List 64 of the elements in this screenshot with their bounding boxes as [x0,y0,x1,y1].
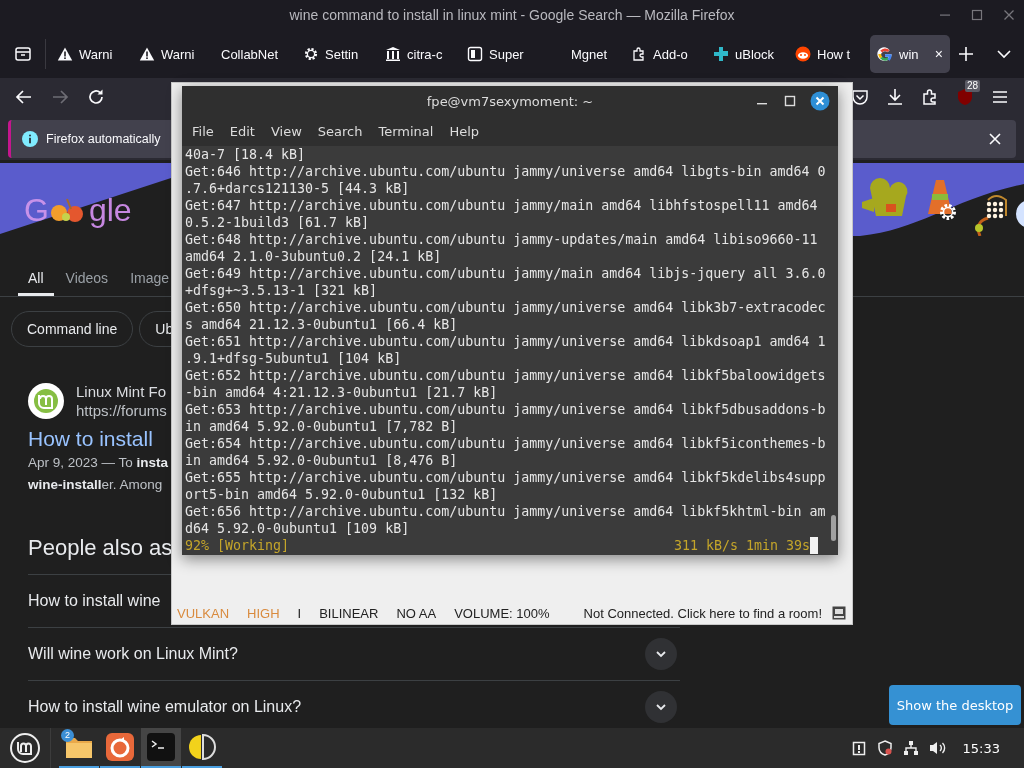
browser-tab[interactable]: Settin [296,35,376,73]
window-title: fpe@vm7sexymoment: ~ [426,93,594,109]
notification-text: Firefox automatically [46,132,161,146]
status-link[interactable]: Not Connected. Click here to find a room! [583,605,822,621]
terminal-line: d64 5.92.0-0ubuntu1 [109 kB] [185,520,411,537]
terminal-line: .7.6+darcs121130-5 [44.3 kB] [185,180,411,197]
browser-tab[interactable]: Warni [132,35,212,73]
status-text: NO AA [396,605,437,621]
browser-tab[interactable]: Super [460,35,540,73]
status-text: VULKAN [177,605,230,621]
rate-text: 311 kB/s 1min 39s [673,537,810,554]
count-badge: 28 [965,80,981,92]
browser-tab[interactable]: uBlock [706,35,786,73]
result-snippet: Apr 9, 2023 — To insta [28,454,169,472]
question-row[interactable]: Will wine work on Linux Mint? [28,627,680,680]
section-heading: People also as [28,534,173,562]
status-text: VOLUME: 100% [454,605,550,621]
menu-item[interactable]: Help [443,123,486,139]
browser-tab[interactable]: citra-c [378,35,458,73]
terminal-line: Get:649 http://archive.ubuntu.com/ubuntu jammy/main amd64 libjs-jquery all 3.6.0 [185,265,827,282]
menu-item[interactable]: File [186,123,220,139]
result-snippet: wine-installer. Among [28,476,163,494]
status-text: BILINEAR [319,605,379,621]
terminal-line: Get:647 http://archive.ubuntu.com/ubuntu jammy/main amd64 libhfstospell11 amd64 [185,197,819,214]
terminal-line: ort5-bin amd64 5.92.0-0ubuntu1 [132 kB] [185,486,499,503]
terminal-line: 40a-7 [18.4 kB] [185,146,307,163]
menu-item[interactable]: Terminal [372,123,440,139]
close-tab-icon[interactable]: × [934,46,943,62]
terminal-line: Get:648 http://archive.ubuntu.com/ubuntu jammy-updates/main amd64 libiso9660-11 [185,231,819,248]
status-text: HIGH [247,605,280,621]
progress-text: 92% [Working] [185,537,290,554]
terminal-line: Get:652 http://archive.ubuntu.com/ubuntu jammy/universe amd64 libkf5baloowidgets [185,367,827,384]
search-tab[interactable]: All [18,262,54,296]
count-badge: 2 [61,729,74,742]
terminal-line: Get:653 http://archive.ubuntu.com/ubuntu jammy/universe amd64 libkf5dbusaddons-b [185,401,827,418]
menu-item[interactable]: View [264,123,308,139]
status-text: I [297,605,302,621]
tooltip: Show the desktop [889,685,1021,725]
terminal-line: .9.1+dfsg-5ubuntu1 [104 kB] [185,350,403,367]
browser-tab[interactable]: Warni [50,35,130,73]
terminal-line: Get:655 http://archive.ubuntu.com/ubuntu jammy/universe amd64 libkf5kdelibs4supp [185,469,827,486]
terminal-line: +dfsg+~3.5.13-1 [321 kB] [185,282,379,299]
browser-tab[interactable]: Add-o [624,35,704,73]
terminal-line: Get:656 http://archive.ubuntu.com/ubuntu jammy/universe amd64 libkf5khtml-bin am [185,503,827,520]
site-name: Linux Mint Fo [76,382,167,402]
terminal-line: 0.5.2-1build3 [61.7 kB] [185,214,371,231]
terminal-line: -bin amd64 4:21.12.3-0ubuntu1 [21.7 kB] [185,384,499,401]
menu-item[interactable]: Search [311,123,369,139]
menu-item[interactable]: Edit [223,123,261,139]
browser-tab[interactable]: How t [788,35,868,73]
result-url: https://forums [76,402,167,420]
browser-tab[interactable]: win × [870,35,950,73]
clock[interactable]: 15:33 [962,740,1000,756]
result-title-link[interactable]: How to install [28,426,153,452]
terminal-line: Get:654 http://archive.ubuntu.com/ubuntu jammy/universe amd64 libkf5iconthemes-b [185,435,827,452]
search-tab[interactable]: Videos [55,262,119,296]
browser-tab[interactable]: CollabNet [214,35,294,73]
terminal-line: Get:646 http://archive.ubuntu.com/ubuntu jammy/universe amd64 libgts-bin amd64 0 [185,163,827,180]
terminal-line: in amd64 5.92.0-0ubuntu1 [7,782 B] [185,418,459,435]
terminal-line: in amd64 5.92.0-0ubuntu1 [8,476 B] [185,452,459,469]
window-title: wine command to install in linux mint - Google Search — Mozilla Firefox [289,7,735,23]
search-tab[interactable]: Image [120,262,180,296]
terminal-line: amd64 2.1.0-3ubuntu0.2 [24.1 kB] [185,248,443,265]
browser-tab[interactable]: Mgnet [542,35,622,73]
